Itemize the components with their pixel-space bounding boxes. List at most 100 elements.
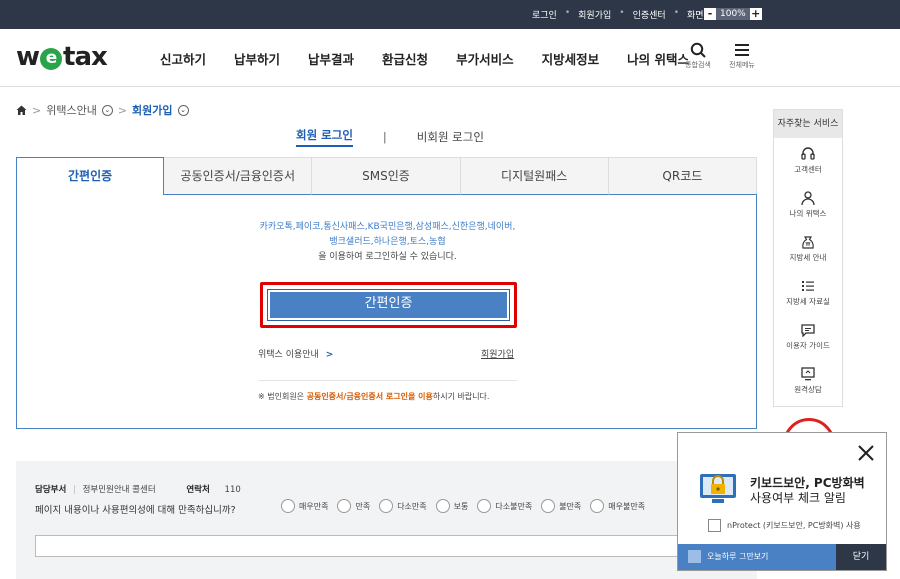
- popup-close-button[interactable]: 닫기: [836, 544, 886, 570]
- wetax-guide-link[interactable]: 위택스 이용안내 >: [258, 347, 333, 360]
- radio-button[interactable]: [281, 499, 295, 513]
- quick-item-local-tax-archive[interactable]: 지방세 자료실: [774, 270, 842, 314]
- radio-button[interactable]: [435, 499, 450, 513]
- survey-option[interactable]: 보통: [435, 499, 469, 513]
- logo-text: w: [16, 42, 40, 72]
- nprotect-checkbox[interactable]: [708, 519, 721, 532]
- menu-button[interactable]: 전체메뉴: [722, 42, 762, 70]
- survey-option[interactable]: 매우불만족: [590, 499, 645, 513]
- chevron-right-icon: >: [117, 103, 128, 117]
- home-icon[interactable]: [16, 105, 27, 116]
- notice-highlight: 공동인증서/금융인증서 로그인을 이용: [306, 392, 433, 401]
- cert-center-link[interactable]: 인증센터: [633, 8, 666, 21]
- radio-button[interactable]: [590, 499, 605, 513]
- radio-button[interactable]: [379, 499, 394, 513]
- zoom-in-button[interactable]: +: [749, 8, 762, 20]
- auth-method-tabs: 간편인증 공동인증서/금융인증서 SMS인증 디지털원패스 QR코드: [16, 157, 757, 195]
- option-label: 매우불만족: [608, 501, 646, 511]
- providers-line1: 카카오톡,페이코,통신사패스,KB국민은행,삼성패스,신한은행,네이버,: [259, 222, 516, 232]
- site-header: w e tax 신고하기 납부하기 납부결과 환급신청 부가서비스 지방세정보 나의…: [0, 29, 900, 87]
- option-label: 다소불만족: [495, 501, 533, 511]
- wetax-logo[interactable]: w e tax: [16, 42, 108, 72]
- option-label: 만족: [355, 501, 371, 511]
- quick-item-my-wetax[interactable]: 나의 위택스: [774, 182, 842, 226]
- member-login-tab[interactable]: 회원 로그인: [296, 127, 353, 147]
- chevron-down-icon[interactable]: ⌄: [101, 104, 113, 116]
- join-link[interactable]: 회원가입: [481, 347, 514, 360]
- simple-auth-button[interactable]: 간편인증: [267, 289, 510, 321]
- logo-e-mark: e: [40, 48, 63, 70]
- chevron-down-icon[interactable]: ⌄: [177, 104, 189, 116]
- survey-option[interactable]: 다소만족: [379, 499, 427, 513]
- satisfaction-survey: 담당부서 | 정부민원안내 콜센터 연락처 110 페이지 내용이나 사용편의성…: [16, 461, 765, 579]
- signup-link[interactable]: 회원가입: [578, 8, 611, 21]
- quick-item-local-tax-guide[interactable]: ₩ 지방세 안내: [774, 226, 842, 270]
- survey-option[interactable]: 만족: [337, 499, 370, 513]
- survey-option[interactable]: 매우만족: [281, 499, 328, 513]
- search-icon: [690, 42, 706, 58]
- close-icon[interactable]: [856, 443, 876, 463]
- corporate-notice: ※ 법인회원은 공동인증서/금융인증서 로그인을 이용하시기 바랍니다.: [258, 391, 489, 402]
- money-bag-icon: ₩: [802, 236, 814, 249]
- contact-label: 연락처: [186, 485, 210, 495]
- svg-text:₩: ₩: [806, 242, 811, 248]
- dot-separator: •: [673, 8, 680, 18]
- breadcrumb-level2[interactable]: 회원가입: [132, 102, 172, 118]
- quick-item-remote-support[interactable]: 원격상담: [774, 358, 842, 402]
- tab-simple-auth[interactable]: 간편인증: [16, 157, 165, 195]
- option-label: 불만족: [559, 501, 582, 511]
- nav-payment-result[interactable]: 납부결과: [308, 49, 354, 68]
- provider-list: 카카오톡,페이코,통신사패스,KB국민은행,삼성패스,신한은행,네이버, 뱅크샐…: [17, 220, 758, 265]
- providers-line2: 뱅크샐러드,하나은행,토스,농협: [329, 237, 446, 247]
- no-show-today-label[interactable]: 오늘하루 그만보기: [707, 551, 768, 562]
- option-label: 매우만족: [299, 501, 329, 511]
- notice-text: 하시기 바랍니다.: [432, 392, 490, 401]
- tab-digital-onepass[interactable]: 디지털원패스: [460, 157, 609, 195]
- dept-value: 정부민원안내 콜센터: [82, 485, 156, 495]
- nav-payment[interactable]: 납부하기: [234, 49, 280, 68]
- breadcrumb-level1[interactable]: 위택스안내: [46, 102, 97, 118]
- zoom-out-button[interactable]: -: [704, 8, 716, 20]
- survey-comment-input[interactable]: [35, 535, 765, 557]
- nav-local-tax-info[interactable]: 지방세정보: [542, 49, 600, 68]
- guest-login-tab[interactable]: 비회원 로그인: [417, 129, 484, 145]
- survey-meta: 담당부서 | 정부민원안내 콜센터 연락처 110: [35, 483, 241, 495]
- chevron-right-icon: >: [325, 350, 334, 360]
- nav-refund[interactable]: 환급신청: [382, 49, 428, 68]
- login-link[interactable]: 로그인: [532, 8, 557, 21]
- hamburger-icon: [735, 44, 749, 56]
- survey-option[interactable]: 불만족: [541, 499, 581, 513]
- divider: [258, 380, 517, 381]
- tab-sms[interactable]: SMS인증: [312, 157, 461, 195]
- notice-text: ※ 법인회원은: [258, 392, 307, 401]
- radio-button[interactable]: [541, 499, 556, 513]
- nav-file-return[interactable]: 신고하기: [160, 49, 206, 68]
- guide-link-label: 위택스 이용안내: [258, 350, 319, 360]
- quick-item-customer-center[interactable]: 고객센터: [774, 138, 842, 182]
- survey-question: 페이지 내용이나 사용편의성에 대해 만족하십니까?: [35, 505, 236, 516]
- quick-item-label: 지방세 자료실: [786, 297, 830, 306]
- quick-item-label: 나의 위택스: [789, 209, 827, 218]
- quick-item-label: 고객센터: [794, 165, 822, 174]
- tab-qr-code[interactable]: QR코드: [608, 157, 757, 195]
- dept-label: 담당부서: [35, 485, 67, 495]
- tab-certificate[interactable]: 공동인증서/금융인증서: [164, 157, 313, 195]
- survey-options: 매우만족 만족 다소만족 보통 다소불만족 불만족 매우불만족: [281, 499, 645, 513]
- headset-icon: [801, 147, 815, 160]
- monitor-icon: [801, 367, 815, 381]
- menu-label: 전체메뉴: [729, 61, 755, 69]
- lock-icon: [700, 474, 736, 503]
- quick-service-menu: 자주찾는 서비스 고객센터 나의 위택스 ₩ 지방세 안내 지방세 자료실 이용…: [773, 109, 843, 407]
- option-label: 보통: [453, 501, 469, 511]
- radio-button[interactable]: [477, 499, 492, 513]
- radio-button[interactable]: [337, 499, 352, 513]
- quick-item-user-guide[interactable]: 이용자 가이드: [774, 314, 842, 358]
- zoom-control: - 100% +: [704, 8, 762, 20]
- search-button[interactable]: 통합검색: [678, 42, 718, 70]
- chat-icon: [801, 324, 815, 337]
- survey-option[interactable]: 다소불만족: [477, 499, 532, 513]
- providers-description: 을 이용하여 로그인하실 수 있습니다.: [318, 252, 457, 262]
- nav-extra-services[interactable]: 부가서비스: [456, 49, 514, 68]
- no-show-checkbox[interactable]: [688, 550, 701, 563]
- quick-item-label: 원격상담: [794, 385, 822, 394]
